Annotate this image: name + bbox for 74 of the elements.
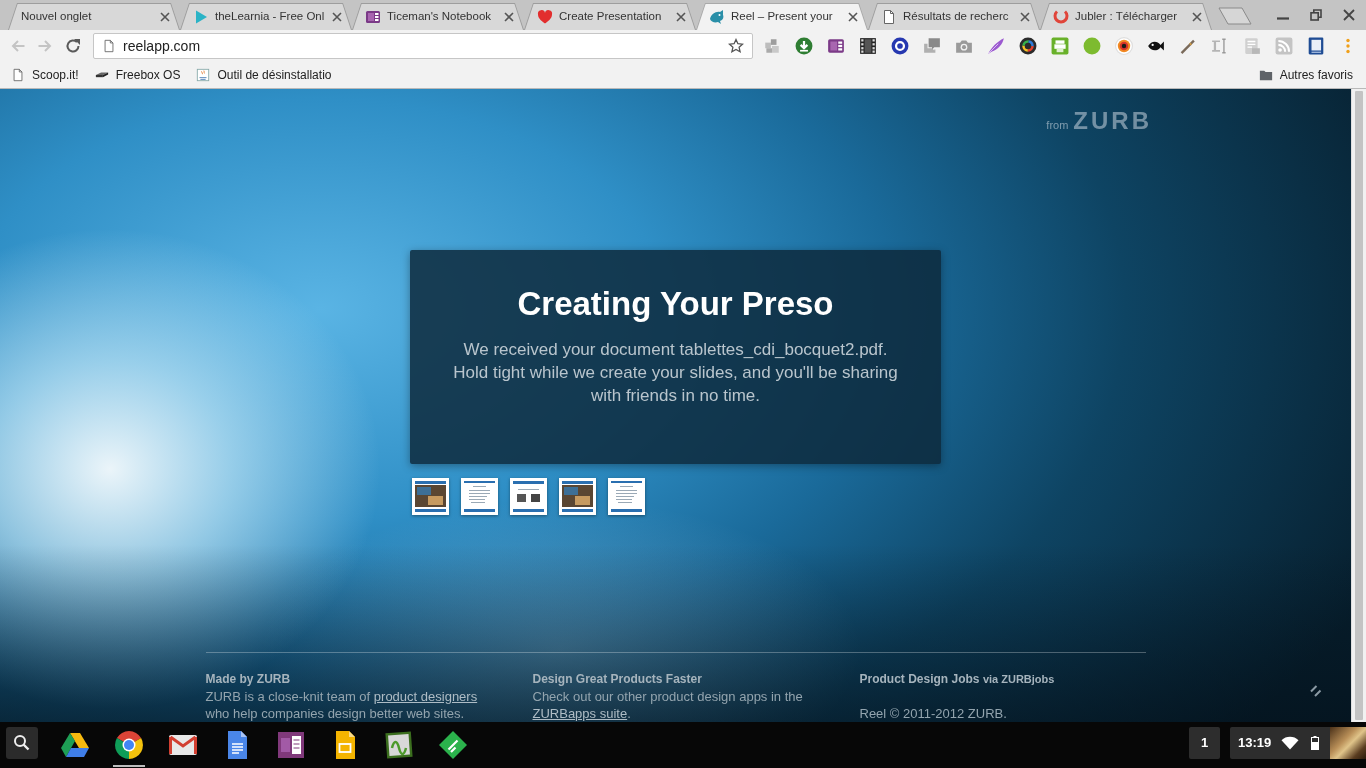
printer-icon[interactable]	[1051, 37, 1069, 55]
pen-icon[interactable]	[1179, 37, 1197, 55]
page-icon	[881, 9, 897, 25]
disc-icon[interactable]	[891, 37, 909, 55]
ring-icon[interactable]	[114, 730, 144, 760]
slide-thumbnail	[608, 478, 645, 515]
search-icon[interactable]	[6, 727, 38, 759]
close-icon[interactable]	[1192, 12, 1202, 22]
wifi-icon	[1281, 736, 1299, 750]
bookmark-link[interactable]: Scoop.it!	[8, 63, 82, 86]
copyright-text: Reel © 2011-2012 ZURB.	[859, 705, 1008, 722]
play-icon	[193, 9, 209, 25]
restore-icon[interactable]	[1310, 9, 1322, 21]
diamond-icon[interactable]	[438, 730, 468, 760]
clock-time: 13:19	[1238, 734, 1270, 753]
page-icon	[11, 67, 25, 82]
browser-tab[interactable]: Create Presentation	[524, 3, 696, 30]
notebook-icon[interactable]	[276, 730, 306, 760]
page-icon	[102, 39, 116, 53]
slide-thumbnail	[412, 478, 449, 515]
film-icon[interactable]	[859, 37, 877, 55]
footer-heading: Design Great Products Faster	[532, 671, 703, 688]
slide-thumbnail	[461, 478, 498, 515]
dialog-title: Creating Your Preso	[516, 284, 835, 324]
dot-icon[interactable]	[1083, 37, 1101, 55]
scrollbar-track[interactable]	[1351, 89, 1366, 722]
close-icon[interactable]	[848, 12, 858, 22]
bookmark-link[interactable]: Outil de désinstallatio	[193, 63, 335, 86]
brand-prefix: from	[1046, 118, 1069, 132]
feather-icon[interactable]	[987, 37, 1005, 55]
slide-thumbnail	[510, 478, 547, 515]
scrollbar-thumb[interactable]	[1355, 91, 1363, 720]
chat-icon[interactable]	[923, 37, 941, 55]
browser-tab[interactable]: Nouvel onglet	[8, 3, 180, 30]
close-icon[interactable]	[160, 12, 170, 22]
status-tray[interactable]: 13:19	[1230, 727, 1366, 759]
download-icon[interactable]	[795, 37, 813, 55]
target-icon[interactable]	[1115, 37, 1133, 55]
ring-icon	[1053, 9, 1069, 25]
notification-count[interactable]: 1	[1189, 727, 1220, 759]
close-icon[interactable]	[676, 12, 686, 22]
battery-icon	[1311, 736, 1319, 750]
footer-heading: Product Design Jobs via ZURBjobs	[859, 671, 1056, 688]
browser-tab[interactable]: Résultats de recherc	[868, 3, 1040, 30]
color-wheel-icon[interactable]	[1019, 37, 1037, 55]
close-icon[interactable]	[332, 12, 342, 22]
browser-tab[interactable]: Ticeman's Notebook	[352, 3, 524, 30]
book-icon[interactable]	[1307, 37, 1325, 55]
wave-icon[interactable]	[384, 730, 414, 760]
close-icon[interactable]	[504, 12, 514, 22]
close-icon[interactable]	[1343, 9, 1355, 21]
star-icon[interactable]	[728, 38, 744, 54]
reload-icon[interactable]	[65, 38, 81, 54]
triangle-icon[interactable]	[60, 730, 90, 760]
notebook-icon[interactable]	[827, 37, 845, 55]
browser-tab[interactable]: theLearnia - Free Onl	[180, 3, 352, 30]
bookmark-link[interactable]: Freebox OS	[91, 63, 184, 86]
fish-icon	[709, 9, 725, 25]
notebook-icon	[365, 9, 381, 25]
slash-icon[interactable]	[1310, 685, 1322, 697]
close-icon[interactable]	[1020, 12, 1030, 22]
browser-tab[interactable]: Reel – Present your	[696, 3, 868, 30]
browser-tab[interactable]: Jubler : Télécharger	[1040, 3, 1212, 30]
footer-text: ZURB is a close-knit team of product designers who help companies design better web sites.	[205, 688, 479, 722]
footer-link[interactable]: product designers	[373, 689, 478, 704]
address-field[interactable]: reelapp.com	[93, 33, 753, 59]
slide-thumbnail	[559, 478, 596, 515]
footer-heading: Made by ZURB	[205, 671, 292, 688]
bookmark-folder[interactable]: Autres favoris	[1255, 63, 1356, 86]
app-icon	[196, 67, 211, 82]
footer-text: Check out our other product design apps in the ZURBapps suite.	[532, 688, 804, 722]
dialog-message: We received your document tablettes_cdi_bocquet2.pdf. Hold tight while we create your slides, and you'll be sharing with friends in no time.	[452, 339, 899, 407]
heart-icon	[537, 9, 553, 25]
avatar-picture	[1330, 727, 1366, 759]
